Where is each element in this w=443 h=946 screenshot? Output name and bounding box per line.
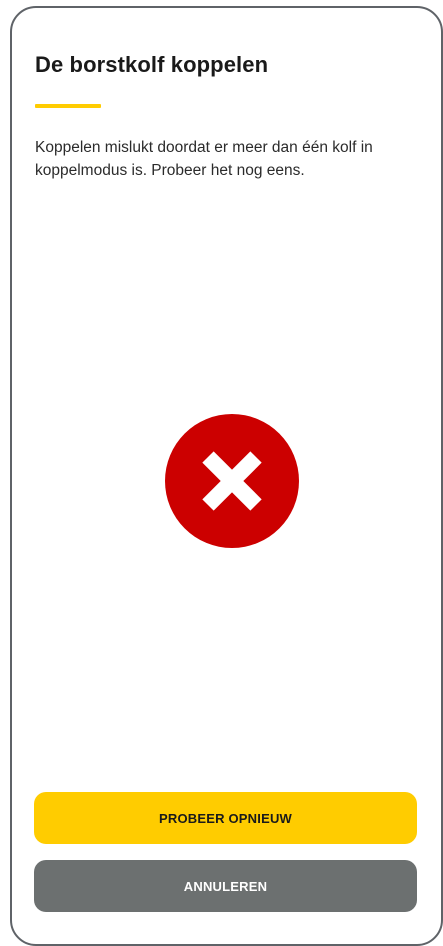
- retry-button[interactable]: PROBEER OPNIEUW: [34, 792, 417, 844]
- title-accent-bar: [35, 104, 101, 108]
- page-title: De borstkolf koppelen: [35, 52, 269, 77]
- retry-button-label: PROBEER OPNIEUW: [158, 810, 292, 826]
- cancel-button[interactable]: ANNULEREN: [34, 860, 417, 912]
- error-x-circle-graphic: [165, 414, 299, 548]
- error-message: Koppelen mislukt doordat er meer dan één…: [35, 139, 373, 179]
- error-x-circle-icon: [165, 414, 299, 548]
- cancel-button-label: ANNULEREN: [183, 878, 268, 894]
